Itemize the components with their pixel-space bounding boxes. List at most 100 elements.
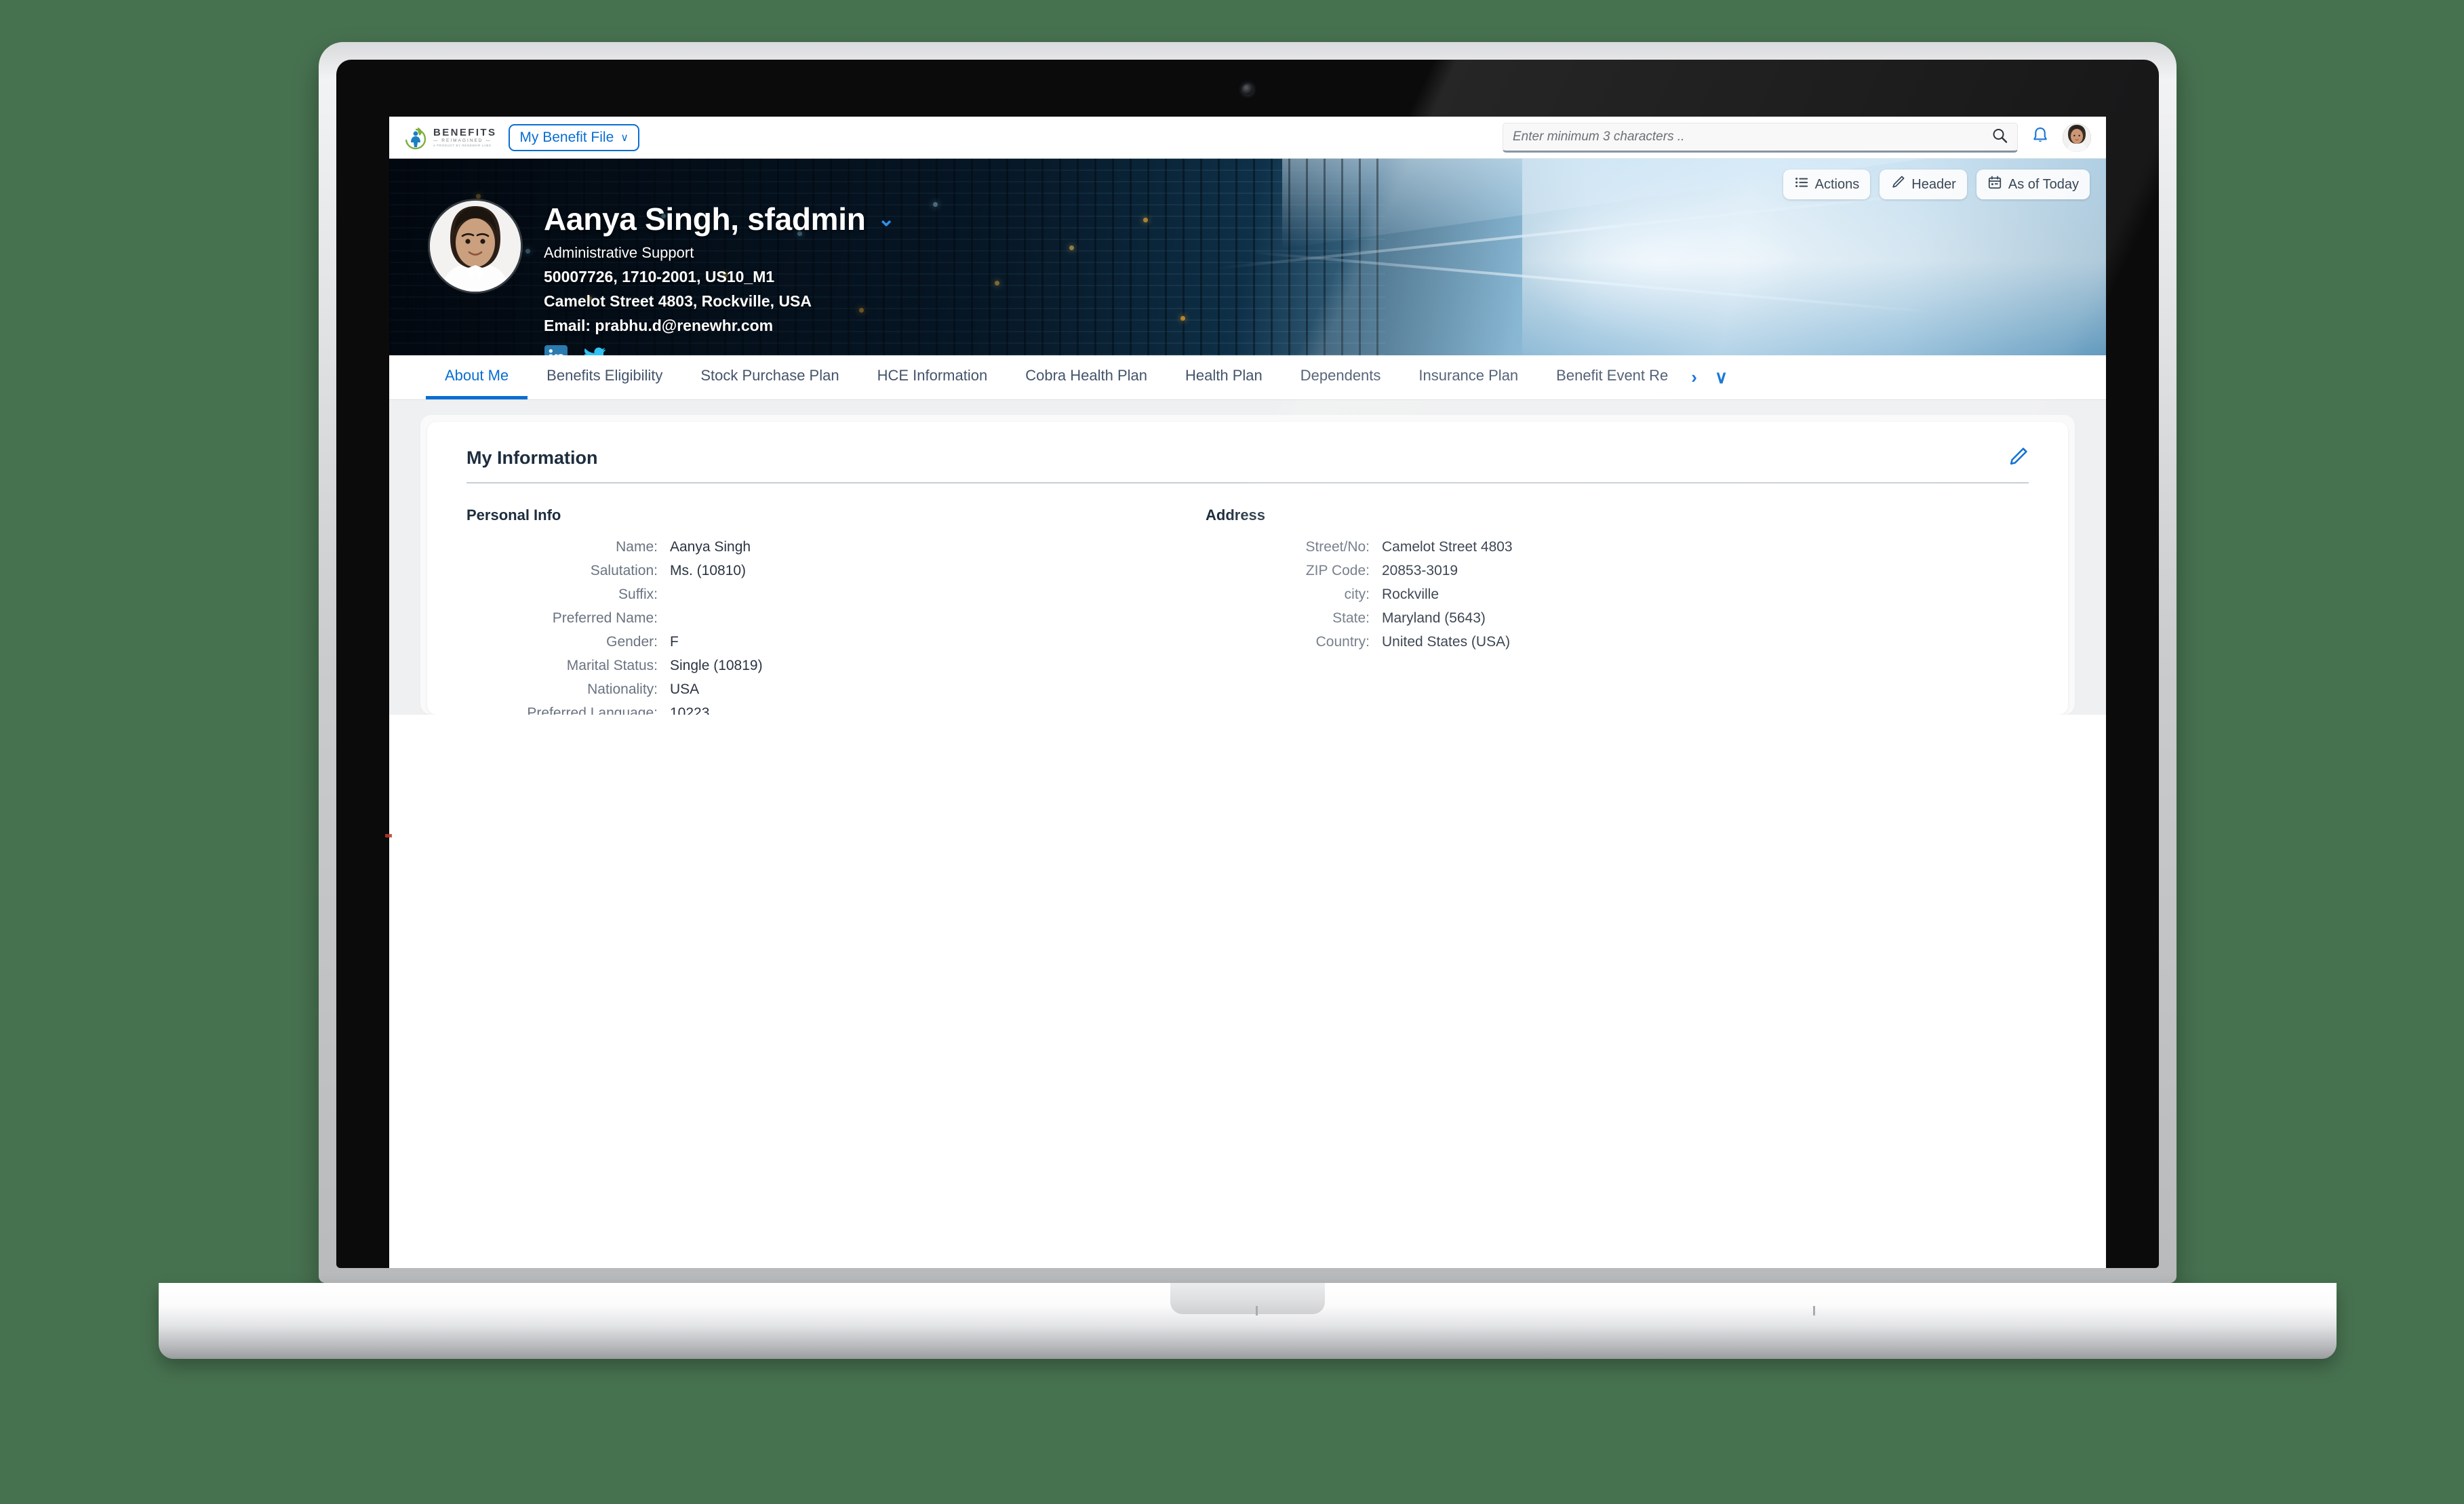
laptop-base-slot-left xyxy=(1256,1306,1258,1315)
tab-insurance-plan[interactable]: Insurance Plan xyxy=(1399,355,1537,399)
benefits-logo-icon xyxy=(403,125,429,151)
browser-screen: BENEFITS — REIMAGINED — A PRODUCT BY REN… xyxy=(389,117,2106,1268)
my-information-card: My Information Personal Info Name: Aanya… xyxy=(427,422,2068,715)
laptop-mockup: BENEFITS — REIMAGINED — A PRODUCT BY REN… xyxy=(159,42,2337,1359)
profile-ids: 50007726, 1710-2001, US10_M1 xyxy=(544,268,775,285)
content-shell: My Information Personal Info Name: Aanya… xyxy=(420,415,2075,715)
personal-info-heading: Personal Info xyxy=(466,507,561,523)
global-search[interactable] xyxy=(1503,122,2018,153)
tab-benefits-eligibility[interactable]: Benefits Eligibility xyxy=(528,355,681,399)
field-salutation: Salutation: Ms. (10810) xyxy=(466,563,1206,579)
calendar-icon xyxy=(1987,175,2002,194)
tab-label: Cobra Health Plan xyxy=(1025,367,1147,384)
tab-cobra-health-plan[interactable]: Cobra Health Plan xyxy=(1006,355,1166,399)
field-value: Ms. (10810) xyxy=(670,563,747,578)
laptop-base-notch xyxy=(1170,1283,1325,1314)
linkedin-icon[interactable] xyxy=(544,344,568,355)
tab-label: Health Plan xyxy=(1185,367,1263,384)
field-name: Name: Aanya Singh xyxy=(466,539,1206,555)
field-zip-code: ZIP Code: 20853-3019 xyxy=(1206,563,1816,579)
profile-email: Email: prabhu.d@renewhr.com xyxy=(544,317,774,334)
as-of-today-button-label: As of Today xyxy=(2008,176,2079,192)
laptop-base-slot-right xyxy=(1813,1306,1815,1315)
field-value: Camelot Street 4803 xyxy=(1382,539,1513,555)
pencil-icon[interactable] xyxy=(2008,446,2029,470)
logo-line-1: BENEFITS xyxy=(433,126,497,138)
profile-summary: Aanya Singh, sfadmin ⌄ Administrative Su… xyxy=(430,201,895,355)
chevron-down-icon[interactable]: ∨ xyxy=(1715,367,1728,388)
profile-address: Camelot Street 4803, Rockville, USA xyxy=(544,292,812,310)
tab-hce-information[interactable]: HCE Information xyxy=(858,355,1007,399)
field-value: Aanya Singh xyxy=(670,539,751,555)
laptop-lid: BENEFITS — REIMAGINED — A PRODUCT BY REN… xyxy=(319,42,2177,1283)
field-label: State: xyxy=(1332,610,1370,626)
field-label: Marital Status: xyxy=(566,658,658,673)
as-of-today-button[interactable]: As of Today xyxy=(1976,170,2090,199)
benefit-file-dropdown[interactable]: My Benefit File ∨ xyxy=(509,123,639,151)
field-preferred-language: Preferred Language: 10223 xyxy=(466,705,1206,715)
profile-name-row: Aanya Singh, sfadmin ⌄ xyxy=(544,201,895,237)
search-input[interactable] xyxy=(1513,129,1986,144)
laptop-bezel: BENEFITS — REIMAGINED — A PRODUCT BY REN… xyxy=(336,60,2159,1268)
laptop-base xyxy=(159,1283,2337,1359)
chevron-right-icon[interactable]: › xyxy=(1691,367,1697,388)
field-marital-status: Marital Status: Single (10819) xyxy=(466,658,1206,674)
field-value: Single (10819) xyxy=(670,658,763,673)
field-label: city: xyxy=(1344,587,1370,602)
page-content: My Information Personal Info Name: Aanya… xyxy=(389,400,2106,715)
benefit-file-label: My Benefit File xyxy=(519,129,614,145)
tab-label: Dependents xyxy=(1300,367,1381,384)
tab-label: HCE Information xyxy=(877,367,988,384)
field-city: city: Rockville xyxy=(1206,587,1816,603)
tab-label: Benefit Event Re xyxy=(1556,367,1669,384)
field-gender: Gender: F xyxy=(466,634,1206,650)
twitter-icon[interactable] xyxy=(583,344,608,355)
bell-icon[interactable] xyxy=(2030,125,2050,149)
list-icon xyxy=(1794,175,1809,194)
app-top-bar: BENEFITS — REIMAGINED — A PRODUCT BY REN… xyxy=(389,117,2106,159)
top-bar-right-group xyxy=(1503,122,2091,153)
page-marker-artifact xyxy=(385,834,392,837)
field-preferred-name: Preferred Name: xyxy=(466,610,1206,627)
field-label: Name: xyxy=(616,539,658,555)
brand-logo[interactable]: BENEFITS — REIMAGINED — A PRODUCT BY REN… xyxy=(403,125,496,151)
tab-benefit-event-review[interactable]: Benefit Event Re xyxy=(1537,355,1687,399)
card-body: Personal Info Name: Aanya Singh Salutati… xyxy=(466,483,2029,715)
chevron-down-icon[interactable]: ⌄ xyxy=(878,207,895,231)
search-icon[interactable] xyxy=(1991,127,2008,146)
tab-about-me[interactable]: About Me xyxy=(426,355,528,399)
header-button[interactable]: Header xyxy=(1880,170,1967,199)
profile-name: Aanya Singh, sfadmin xyxy=(544,201,866,237)
actions-button[interactable]: Actions xyxy=(1783,170,1871,199)
field-value: USA xyxy=(670,681,700,697)
field-value: F xyxy=(670,634,679,650)
field-value: Maryland (5643) xyxy=(1382,610,1486,626)
card-header: My Information xyxy=(466,446,2029,483)
tab-stock-purchase-plan[interactable]: Stock Purchase Plan xyxy=(681,355,858,399)
card-title: My Information xyxy=(466,448,598,468)
field-label: ZIP Code: xyxy=(1305,563,1370,578)
tab-label: Stock Purchase Plan xyxy=(700,367,839,384)
profile-role: Administrative Support xyxy=(544,244,694,261)
field-label: Salutation: xyxy=(590,563,658,578)
profile-text-block: Aanya Singh, sfadmin ⌄ Administrative Su… xyxy=(544,201,895,355)
actions-button-label: Actions xyxy=(1814,176,1860,192)
profile-social-links xyxy=(544,344,895,355)
chevron-down-icon: ∨ xyxy=(620,132,629,144)
user-avatar[interactable] xyxy=(2063,123,2091,152)
field-label: Country: xyxy=(1315,634,1370,650)
profile-tabs: About Me Benefits Eligibility Stock Purc… xyxy=(389,355,2106,400)
field-value: Rockville xyxy=(1382,587,1439,602)
field-label: Street/No: xyxy=(1305,539,1370,555)
field-label: Suffix: xyxy=(618,587,658,602)
tab-health-plan[interactable]: Health Plan xyxy=(1166,355,1281,399)
logo-line-2: — REIMAGINED — xyxy=(433,138,492,143)
field-label: Preferred Language: xyxy=(527,705,658,715)
brand-logo-text: BENEFITS — REIMAGINED — A PRODUCT BY REN… xyxy=(433,127,496,148)
field-label: Preferred Name: xyxy=(552,610,658,626)
tabs-overflow-controls: › ∨ xyxy=(1687,355,1743,399)
field-state: State: Maryland (5643) xyxy=(1206,610,1816,627)
tab-dependents[interactable]: Dependents xyxy=(1281,355,1400,399)
profile-avatar[interactable] xyxy=(430,201,521,292)
header-button-label: Header xyxy=(1911,176,1956,192)
